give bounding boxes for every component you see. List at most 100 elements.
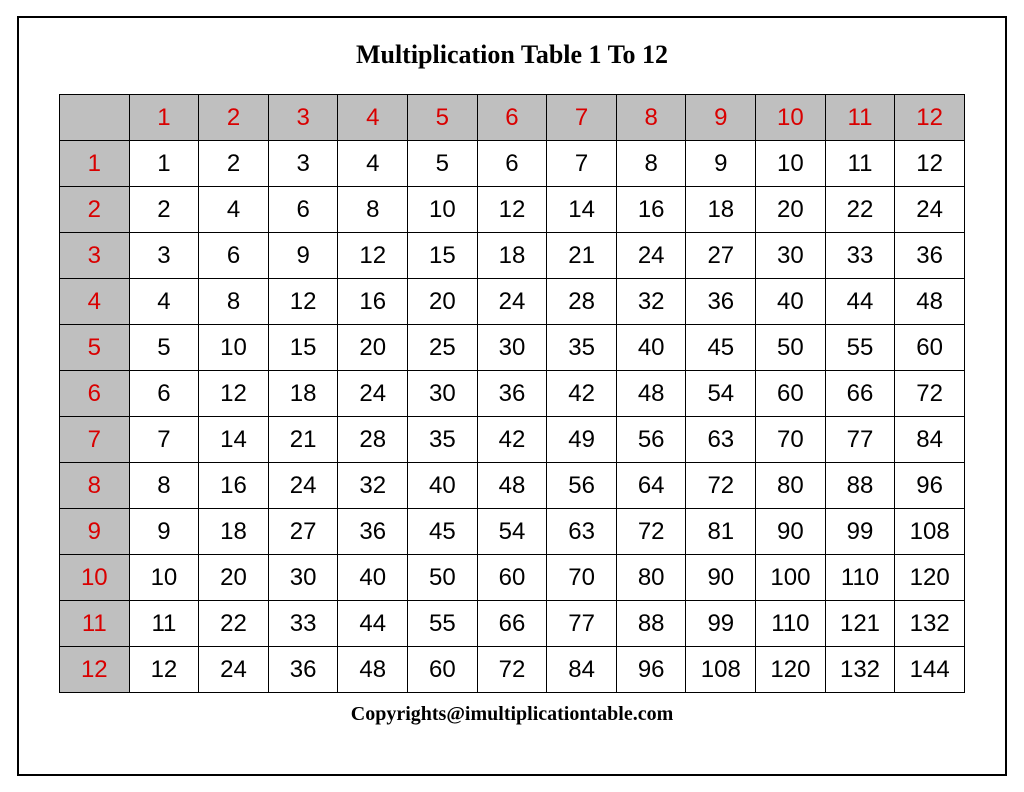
cell: 108 xyxy=(686,647,756,693)
cell: 48 xyxy=(477,463,547,509)
table-row: 44812162024283236404448 xyxy=(60,279,965,325)
row-header: 1 xyxy=(60,141,130,187)
cell: 10 xyxy=(129,555,199,601)
cell: 14 xyxy=(199,417,269,463)
cell: 7 xyxy=(129,417,199,463)
cell: 48 xyxy=(895,279,965,325)
table-row: 1123456789101112 xyxy=(60,141,965,187)
cell: 8 xyxy=(338,187,408,233)
cell: 9 xyxy=(686,141,756,187)
cell: 40 xyxy=(756,279,826,325)
cell: 15 xyxy=(408,233,478,279)
cell: 63 xyxy=(686,417,756,463)
row-header: 4 xyxy=(60,279,130,325)
cell: 20 xyxy=(756,187,826,233)
table-body: 1123456789101112224681012141618202224336… xyxy=(60,141,965,693)
cell: 63 xyxy=(547,509,617,555)
cell: 132 xyxy=(825,647,895,693)
col-header: 2 xyxy=(199,95,269,141)
cell: 90 xyxy=(756,509,826,555)
cell: 27 xyxy=(268,509,338,555)
cell: 45 xyxy=(686,325,756,371)
cell: 120 xyxy=(756,647,826,693)
cell: 8 xyxy=(616,141,686,187)
cell: 55 xyxy=(408,601,478,647)
cell: 54 xyxy=(686,371,756,417)
cell: 25 xyxy=(408,325,478,371)
cell: 36 xyxy=(338,509,408,555)
cell: 15 xyxy=(268,325,338,371)
cell: 96 xyxy=(616,647,686,693)
cell: 55 xyxy=(825,325,895,371)
cell: 16 xyxy=(338,279,408,325)
table-row: 3369121518212427303336 xyxy=(60,233,965,279)
col-header: 6 xyxy=(477,95,547,141)
cell: 30 xyxy=(408,371,478,417)
cell: 84 xyxy=(547,647,617,693)
row-header: 3 xyxy=(60,233,130,279)
cell: 70 xyxy=(547,555,617,601)
cell: 77 xyxy=(825,417,895,463)
col-header: 8 xyxy=(616,95,686,141)
cell: 64 xyxy=(616,463,686,509)
cell: 40 xyxy=(408,463,478,509)
col-header: 10 xyxy=(756,95,826,141)
cell: 45 xyxy=(408,509,478,555)
cell: 8 xyxy=(129,463,199,509)
cell: 22 xyxy=(199,601,269,647)
cell: 96 xyxy=(895,463,965,509)
cell: 30 xyxy=(756,233,826,279)
cell: 20 xyxy=(199,555,269,601)
cell: 6 xyxy=(477,141,547,187)
table-row: 881624324048566472808896 xyxy=(60,463,965,509)
cell: 6 xyxy=(268,187,338,233)
cell: 18 xyxy=(268,371,338,417)
table-row: 11112233445566778899110121132 xyxy=(60,601,965,647)
cell: 10 xyxy=(408,187,478,233)
row-header: 5 xyxy=(60,325,130,371)
cell: 100 xyxy=(756,555,826,601)
cell: 56 xyxy=(547,463,617,509)
cell: 6 xyxy=(129,371,199,417)
cell: 2 xyxy=(199,141,269,187)
cell: 35 xyxy=(547,325,617,371)
cell: 30 xyxy=(268,555,338,601)
cell: 32 xyxy=(616,279,686,325)
col-header: 4 xyxy=(338,95,408,141)
cell: 4 xyxy=(129,279,199,325)
cell: 12 xyxy=(477,187,547,233)
cell: 21 xyxy=(268,417,338,463)
cell: 9 xyxy=(268,233,338,279)
cell: 50 xyxy=(756,325,826,371)
cell: 44 xyxy=(338,601,408,647)
cell: 10 xyxy=(756,141,826,187)
cell: 110 xyxy=(825,555,895,601)
cell: 12 xyxy=(129,647,199,693)
cell: 8 xyxy=(199,279,269,325)
cell: 18 xyxy=(686,187,756,233)
cell: 16 xyxy=(199,463,269,509)
header-row: 1 2 3 4 5 6 7 8 9 10 11 12 xyxy=(60,95,965,141)
cell: 11 xyxy=(129,601,199,647)
cell: 80 xyxy=(616,555,686,601)
cell: 60 xyxy=(895,325,965,371)
cell: 110 xyxy=(756,601,826,647)
cell: 12 xyxy=(895,141,965,187)
cell: 66 xyxy=(477,601,547,647)
cell: 77 xyxy=(547,601,617,647)
cell: 28 xyxy=(547,279,617,325)
cell: 35 xyxy=(408,417,478,463)
copyright-text: Copyrights@imultiplicationtable.com xyxy=(351,703,674,726)
cell: 33 xyxy=(825,233,895,279)
cell: 7 xyxy=(547,141,617,187)
col-header: 9 xyxy=(686,95,756,141)
col-header: 11 xyxy=(825,95,895,141)
cell: 144 xyxy=(895,647,965,693)
table-row: 771421283542495663707784 xyxy=(60,417,965,463)
cell: 24 xyxy=(338,371,408,417)
table-row: 9918273645546372819099108 xyxy=(60,509,965,555)
cell: 72 xyxy=(895,371,965,417)
cell: 36 xyxy=(895,233,965,279)
cell: 28 xyxy=(338,417,408,463)
cell: 81 xyxy=(686,509,756,555)
